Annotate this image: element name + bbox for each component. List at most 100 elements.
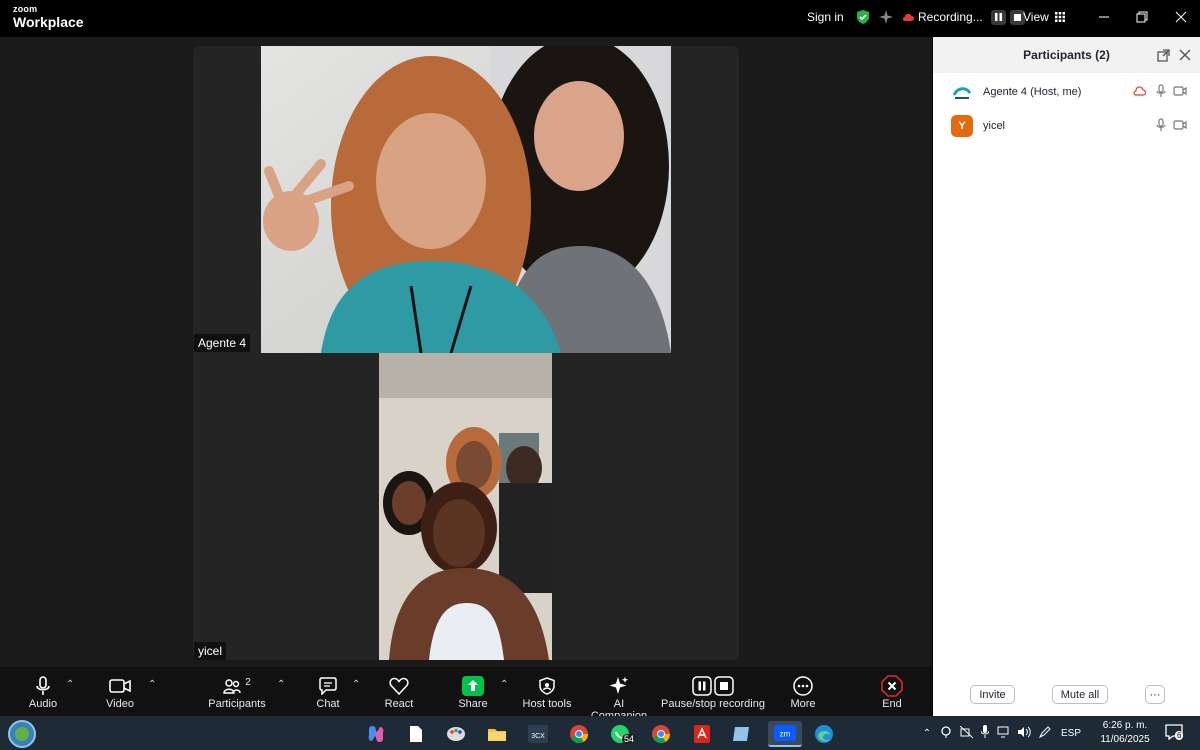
participants-button[interactable]: 2 Participants [207, 674, 267, 711]
popout-icon[interactable] [1157, 49, 1170, 65]
minimize-icon[interactable] [1098, 0, 1110, 34]
svg-text:zm: zm [780, 730, 791, 739]
tray-clock[interactable]: 6:26 p. m. 11/06/2025 [1095, 719, 1155, 747]
zoom-app-icon[interactable]: zm [768, 721, 802, 747]
chat-button[interactable]: Chat [312, 674, 344, 710]
sign-in-link[interactable]: Sign in [807, 0, 844, 34]
grid-icon [1054, 12, 1065, 22]
system-tray: ⌃ ESP [920, 716, 1081, 750]
react-label: React [384, 698, 414, 710]
clock-date: 11/06/2025 [1100, 734, 1150, 745]
copilot-icon[interactable] [362, 721, 390, 747]
recording-indicator[interactable]: Recording... [902, 0, 1025, 34]
ai-companion-button[interactable]: AI Companion [585, 674, 653, 722]
invite-button[interactable]: Invite [970, 685, 1015, 704]
video-feed-yicel [379, 353, 552, 660]
tray-network-icon[interactable] [997, 726, 1011, 741]
recording-label: Recording... [918, 10, 983, 24]
tray-mic-icon[interactable] [980, 725, 990, 741]
tile-name-label: yicel [194, 642, 227, 660]
3cx-app-icon[interactable]: 3CX [524, 721, 552, 747]
view-menu[interactable]: View [1023, 0, 1065, 34]
security-shield-icon[interactable] [855, 0, 871, 34]
restore-icon[interactable] [1136, 0, 1148, 34]
panel-title: Participants (2) [1023, 48, 1110, 62]
logo-big-text: Workplace [13, 14, 84, 30]
edge-browser-icon[interactable] [810, 721, 838, 747]
gallery-stage: Agente 4 yicel [193, 46, 739, 660]
notification-center-icon[interactable]: 6 [1165, 724, 1184, 745]
participants-options-chevron-icon[interactable]: ⌃ [277, 679, 285, 690]
host-tools-label: Host tools [522, 698, 572, 710]
panel-header: Participants (2) [933, 37, 1200, 73]
whatsapp-icon[interactable]: 54 [606, 721, 637, 747]
participants-icon: 2 [207, 674, 267, 698]
share-options-chevron-icon[interactable]: ⌃ [500, 679, 508, 690]
logo-small-text: zoom [13, 4, 38, 14]
meeting-area: Agente 4 yicel [0, 37, 932, 667]
share-label: Share [458, 698, 488, 710]
share-button[interactable]: Share [456, 674, 490, 710]
host-shield-icon [522, 674, 572, 698]
more-button[interactable]: More [787, 674, 819, 710]
file-explorer-icon[interactable] [483, 721, 511, 747]
avatar: Y [951, 115, 973, 137]
chrome-icon[interactable] [565, 721, 593, 747]
participant-row[interactable]: Agente 4 (Host, me) [951, 81, 1191, 103]
react-button[interactable]: React [383, 674, 415, 710]
video-options-chevron-icon[interactable]: ⌃ [148, 679, 156, 690]
participants-count: 2 [245, 676, 251, 688]
tray-chevron-up-icon[interactable]: ⌃ [920, 728, 934, 739]
chrome-profile-icon[interactable] [647, 721, 675, 747]
ai-sparkle-icon[interactable] [879, 0, 893, 34]
end-label: End [882, 698, 902, 710]
audio-button[interactable]: Audio [25, 674, 61, 710]
mic-icon[interactable] [1156, 84, 1166, 101]
audio-label: Audio [28, 698, 58, 710]
ai-sparkle-icon [585, 674, 653, 698]
camera-icon[interactable] [1173, 120, 1187, 133]
paint-app-icon[interactable] [442, 721, 470, 747]
tray-language[interactable]: ESP [1061, 728, 1081, 739]
pdf-reader-icon[interactable] [688, 721, 716, 747]
end-button[interactable]: End [876, 674, 908, 710]
camera-icon[interactable] [1173, 86, 1187, 99]
tray-pen-icon[interactable] [1038, 725, 1051, 741]
audio-options-chevron-icon[interactable]: ⌃ [66, 679, 74, 690]
video-tile-agente-4[interactable]: Agente 4 [193, 46, 739, 353]
tray-camera-off-icon[interactable] [959, 725, 974, 741]
more-label: More [790, 698, 816, 710]
close-panel-icon[interactable] [1179, 49, 1191, 64]
panel-more-button[interactable]: ··· [1145, 685, 1165, 704]
tray-search-icon[interactable] [940, 725, 952, 741]
pause-recording-icon[interactable] [990, 9, 1006, 25]
end-meeting-icon [876, 674, 908, 698]
file-icon[interactable] [402, 721, 430, 747]
view-label: View [1023, 10, 1049, 24]
participant-name: yicel [983, 120, 1006, 132]
cloud-recording-icon [1133, 86, 1147, 99]
video-button[interactable]: Video [102, 674, 138, 710]
stop-icon [714, 676, 734, 696]
microphone-icon [25, 674, 61, 698]
avatar-logo-icon [951, 81, 973, 103]
notes-app-icon[interactable] [728, 721, 756, 747]
recording-controls [661, 674, 765, 698]
tray-volume-icon[interactable] [1017, 726, 1031, 741]
whatsapp-badge: 54 [622, 734, 637, 744]
mic-icon[interactable] [1156, 118, 1166, 135]
more-dots-icon [787, 674, 819, 698]
start-orb-icon[interactable] [6, 719, 38, 749]
close-window-icon[interactable] [1175, 0, 1187, 34]
video-tile-yicel[interactable]: yicel [193, 353, 739, 660]
svg-text:3CX: 3CX [531, 733, 545, 740]
participant-row[interactable]: Y yicel [951, 115, 1191, 137]
pause-stop-recording-button[interactable]: Pause/stop recording [661, 674, 765, 710]
chat-options-chevron-icon[interactable]: ⌃ [352, 679, 360, 690]
chat-label: Chat [316, 698, 340, 710]
host-tools-button[interactable]: Host tools [522, 674, 572, 710]
heart-icon [383, 674, 415, 698]
mute-all-button[interactable]: Mute all [1052, 685, 1108, 704]
meeting-toolbar: Audio ⌃ Video ⌃ 2 Participants ⌃ Chat ⌃ … [0, 667, 932, 722]
video-label: Video [106, 698, 134, 710]
